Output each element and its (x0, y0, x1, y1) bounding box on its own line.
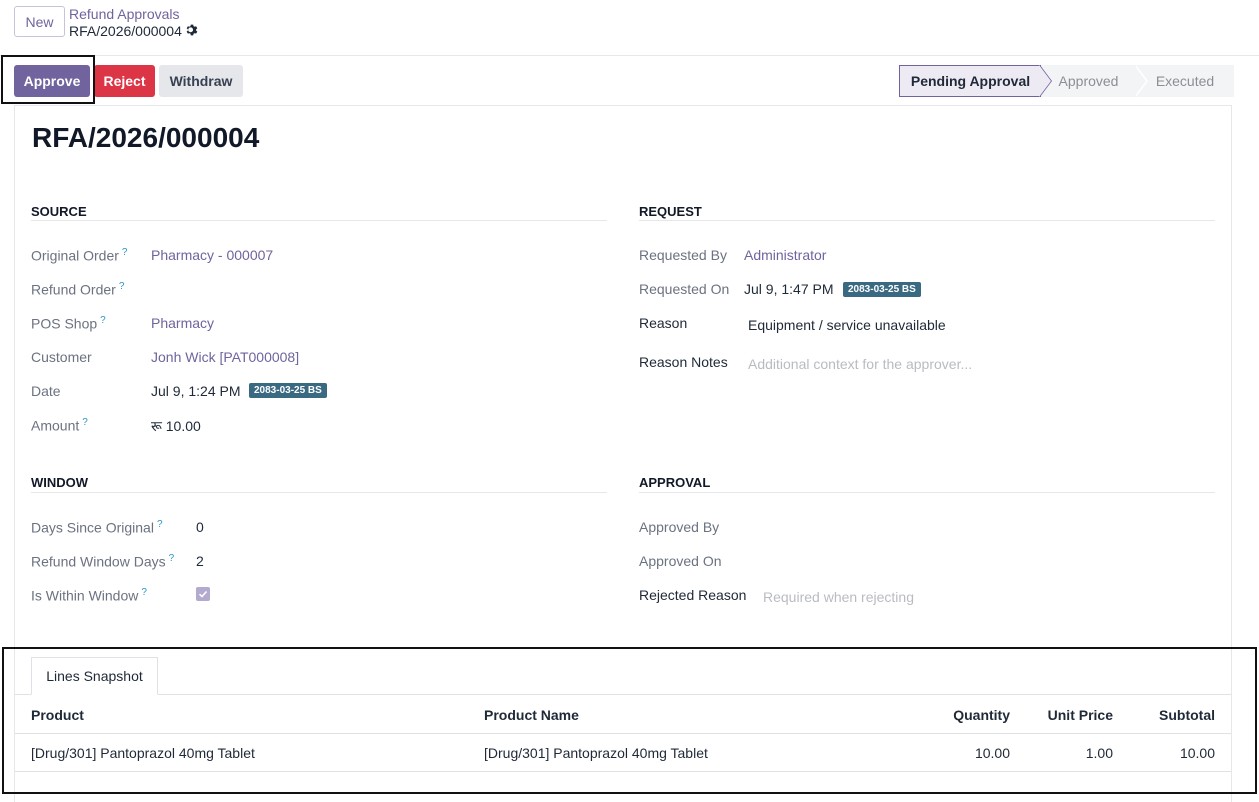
help-icon[interactable]: ? (157, 519, 163, 530)
stage-pending-approval[interactable]: Pending Approval (899, 65, 1041, 97)
label-requested-on: Requested On (639, 281, 730, 297)
breadcrumb-refund-approvals[interactable]: Refund Approvals (69, 6, 180, 22)
section-title-source: SOURCE (31, 204, 87, 219)
help-icon[interactable]: ? (82, 417, 88, 428)
label-is-within-window: Is Within Window? (31, 587, 147, 604)
label-amount: Amount? (31, 417, 88, 434)
control-panel: New Refund Approvals RFA/2026/000004 (0, 0, 1259, 56)
new-button[interactable]: New (14, 6, 65, 37)
label-reason: Reason (639, 315, 688, 331)
lines-highlight-box (2, 647, 1257, 794)
field-reason[interactable]: Equipment / service unavailable (748, 317, 946, 333)
withdraw-button[interactable]: Withdraw (159, 65, 243, 97)
section-divider (31, 492, 607, 493)
field-customer[interactable]: Jonh Wick [PAT000008] (151, 349, 299, 365)
field-original-order[interactable]: Pharmacy - 000007 (151, 247, 273, 263)
field-days-since-original: 0 (196, 519, 204, 535)
label-approved-on: Approved On (639, 553, 722, 569)
stage-approved[interactable]: Approved (1041, 65, 1136, 97)
bs-date-badge: 2083-03-25 BS (249, 383, 327, 398)
breadcrumb-current-record: RFA/2026/000004 (69, 23, 182, 39)
field-requested-on: Jul 9, 1:47 PM (744, 281, 834, 297)
field-reason-notes[interactable]: Additional context for the approver... (748, 356, 972, 372)
help-icon[interactable]: ? (122, 247, 128, 258)
section-title-request: REQUEST (639, 204, 702, 219)
section-divider (639, 220, 1215, 221)
status-bar: Pending Approval Approved Executed (899, 65, 1234, 97)
section-divider (31, 220, 607, 221)
record-title: RFA/2026/000004 (32, 122, 260, 153)
section-title-window: WINDOW (31, 475, 89, 490)
field-rejected-reason[interactable]: Required when rejecting (763, 589, 914, 605)
label-refund-order: Refund Order? (31, 281, 125, 298)
field-amount: रू 10.00 (151, 418, 201, 434)
bs-date-badge: 2083-03-25 BS (843, 282, 921, 297)
field-refund-window-days: 2 (196, 553, 204, 569)
checkbox-is-within-window (196, 587, 210, 601)
label-pos-shop: POS Shop? (31, 315, 106, 332)
field-requested-by[interactable]: Administrator (744, 247, 826, 263)
label-rejected-reason: Rejected Reason (639, 587, 747, 603)
label-requested-by: Requested By (639, 247, 727, 263)
help-icon[interactable]: ? (141, 587, 147, 598)
check-icon (198, 590, 208, 598)
label-days-since-original: Days Since Original? (31, 519, 163, 536)
field-date: Jul 9, 1:24 PM (151, 383, 241, 399)
approve-highlight-box (1, 55, 95, 104)
field-pos-shop[interactable]: Pharmacy (151, 315, 214, 331)
help-icon[interactable]: ? (119, 281, 125, 292)
section-divider (639, 492, 1215, 493)
stage-chevron (1134, 65, 1146, 97)
help-icon[interactable]: ? (100, 315, 106, 326)
label-reason-notes: Reason Notes (639, 354, 728, 370)
help-icon[interactable]: ? (169, 553, 175, 564)
reject-button[interactable]: Reject (94, 65, 155, 97)
gear-icon[interactable] (185, 23, 199, 37)
section-title-approval: APPROVAL (639, 475, 711, 490)
stage-chevron (1039, 65, 1051, 97)
label-customer: Customer (31, 349, 92, 365)
label-date: Date (31, 383, 61, 399)
label-approved-by: Approved By (639, 519, 720, 535)
label-original-order: Original Order? (31, 247, 128, 264)
label-refund-window-days: Refund Window Days? (31, 553, 175, 570)
stage-executed[interactable]: Executed (1136, 65, 1234, 97)
